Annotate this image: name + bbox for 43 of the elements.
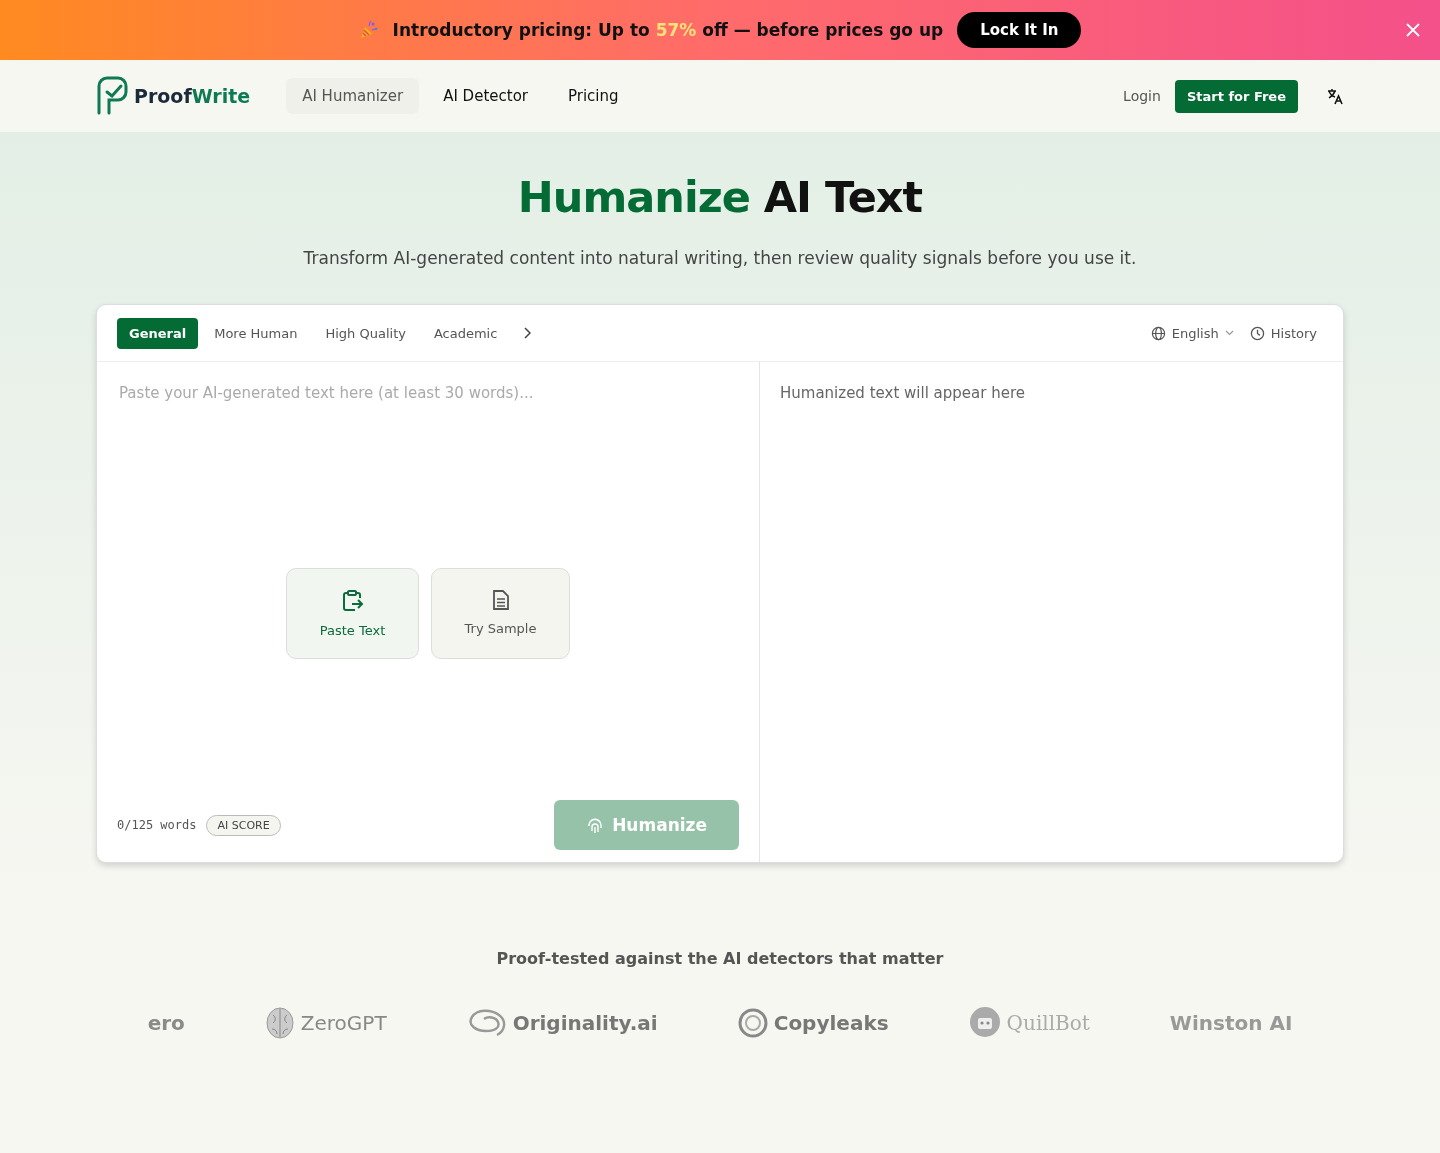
lock-in-button[interactable]: Lock It In (957, 12, 1082, 48)
logo-wordmark[interactable]: ProofWrite (134, 85, 251, 107)
ring-icon (737, 1007, 768, 1039)
word-count: 0/125 words (117, 818, 197, 832)
mode-tab[interactable]: General (117, 317, 199, 349)
promo-text: Introductory pricing: Up to 57% off — before prices go up (392, 20, 944, 40)
caret-icon (1224, 330, 1234, 336)
fingerprint-icon (586, 816, 605, 834)
start-free-button[interactable]: Start for Free (1174, 79, 1298, 113)
detector-logo-text: QuillBot (1006, 1011, 1090, 1035)
language-dropdown[interactable]: English (1144, 321, 1240, 345)
history-button[interactable]: History (1243, 321, 1323, 345)
detector-logo-text: ero (147, 1011, 185, 1035)
clipboard-icon (341, 589, 364, 613)
detectors-heading: Proof-tested against the AI detectors that matter (496, 949, 944, 968)
ai-score-button[interactable]: AI SCORE (206, 814, 281, 836)
swirl-icon (466, 1007, 507, 1039)
document-icon (491, 589, 510, 611)
robot-icon (968, 1006, 1001, 1040)
detector-logo-text: Copyleaks (773, 1011, 889, 1035)
mode-tab[interactable]: High Quality (313, 317, 418, 349)
paste-text-button[interactable]: Paste Text (286, 568, 419, 659)
detector-logo-text: Originality.ai (512, 1011, 658, 1035)
try-sample-button[interactable]: Try Sample (431, 568, 570, 659)
detector-logo-text: ZeroGPT (300, 1011, 387, 1035)
output-field[interactable]: Humanized text will appear here (760, 362, 1343, 862)
mode-tab[interactable]: Academic (421, 317, 510, 349)
detector-logo-text: Winston AI (1169, 1011, 1293, 1035)
close-icon[interactable] (1406, 23, 1420, 37)
page-subtitle: Transform AI-generated content into natural writing, then review quality signals before you use it. (303, 248, 1137, 268)
page-title: Humanize AI Text (517, 172, 923, 222)
translate-icon[interactable] (1326, 87, 1344, 105)
brain-icon (264, 1007, 295, 1039)
logo-icon[interactable] (96, 76, 128, 116)
login-link[interactable]: Login (1123, 88, 1161, 104)
nav-link[interactable]: AI Detector (427, 78, 544, 114)
mode-tab[interactable]: More Human (202, 317, 310, 349)
nav-link[interactable]: Pricing (552, 78, 635, 114)
chevron-right-icon[interactable] (523, 327, 532, 339)
party-popper-icon (358, 20, 379, 40)
clock-icon (1249, 325, 1265, 341)
nav-link[interactable]: AI Humanizer (286, 78, 420, 114)
globe-icon (1150, 325, 1166, 341)
